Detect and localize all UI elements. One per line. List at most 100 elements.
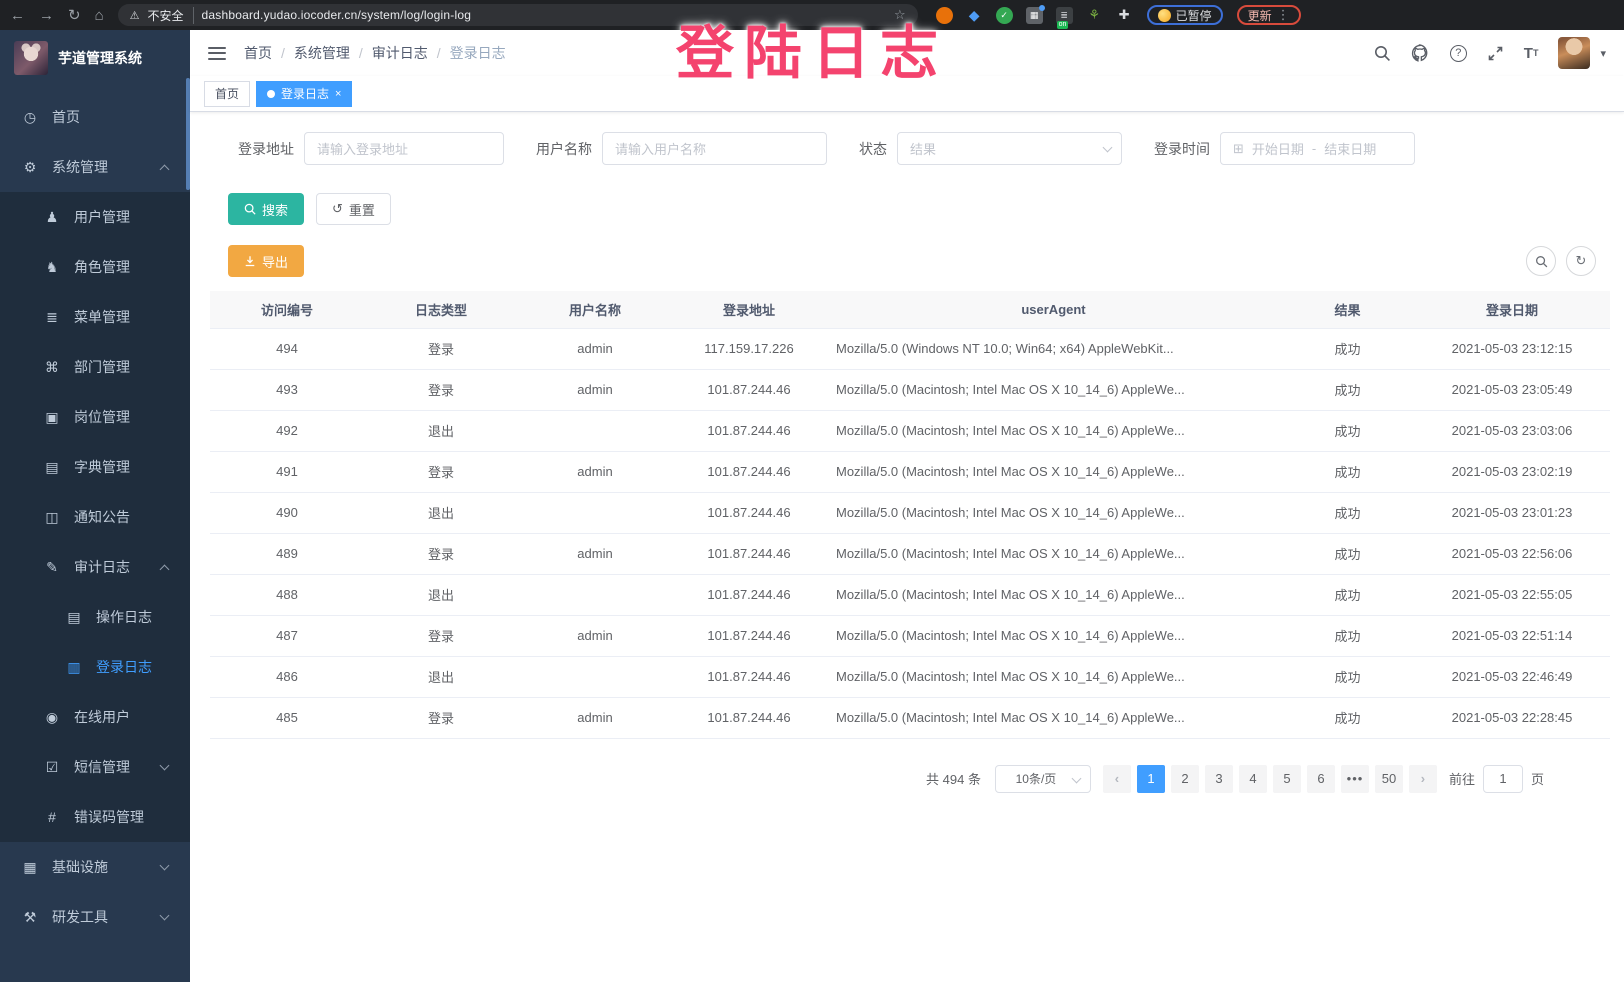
- next-page-button[interactable]: ›: [1409, 765, 1437, 793]
- page-size-select[interactable]: 10条/页: [995, 765, 1091, 793]
- tab-login-log[interactable]: 登录日志 ×: [256, 81, 352, 107]
- paused-badge[interactable]: 已暂停: [1147, 5, 1223, 25]
- tab-home[interactable]: 首页: [204, 81, 250, 107]
- table-cell: 登录: [364, 369, 518, 410]
- browser-back-icon[interactable]: ←: [10, 8, 25, 23]
- extension-icon-6[interactable]: ⚘: [1086, 7, 1103, 24]
- table-row: 487登录admin101.87.244.46Mozilla/5.0 (Maci…: [210, 615, 1610, 656]
- extension-icon-5[interactable]: ≣on: [1056, 7, 1073, 24]
- chevron-down-icon: [1103, 143, 1113, 153]
- notice-icon: ◫: [44, 509, 60, 526]
- login-time-range-picker[interactable]: ⊞ 开始日期 - 结束日期: [1220, 132, 1415, 165]
- page-button-50[interactable]: 50: [1375, 765, 1403, 793]
- page-button-2[interactable]: 2: [1171, 765, 1199, 793]
- browser-reload-icon[interactable]: ↻: [68, 8, 81, 23]
- update-button[interactable]: 更新 ⋮: [1237, 5, 1301, 25]
- sidebar-item-label: 系统管理: [52, 157, 108, 177]
- help-icon[interactable]: ?: [1450, 45, 1467, 62]
- prev-page-button[interactable]: ‹: [1103, 765, 1131, 793]
- sidebar-item-user-admin[interactable]: ♟用户管理: [0, 192, 190, 242]
- sidebar-item-dev-tools[interactable]: ⚒研发工具: [0, 892, 190, 942]
- table-cell: Mozilla/5.0 (Macintosh; Intel Mac OS X 1…: [826, 574, 1281, 615]
- extension-icon-4[interactable]: ▦: [1026, 7, 1043, 24]
- browser-menu-icon[interactable]: ⋮: [1277, 7, 1290, 23]
- sidebar-item-sms-admin[interactable]: ☑短信管理: [0, 742, 190, 792]
- address-bar[interactable]: ⚠ 不安全 dashboard.yudao.iocoder.cn/system/…: [118, 4, 918, 26]
- sidebar-item-login-log[interactable]: ▥登录日志: [0, 642, 190, 692]
- page-button-3[interactable]: 3: [1205, 765, 1233, 793]
- breadcrumb-item[interactable]: 首页: [244, 43, 272, 63]
- calendar-icon: ⊞: [1233, 141, 1244, 157]
- sidebar-item-home[interactable]: ◷首页: [0, 92, 190, 142]
- table-cell: 2021-05-03 23:02:19: [1414, 451, 1610, 492]
- sidebar-item-post-admin[interactable]: ▣岗位管理: [0, 392, 190, 442]
- extension-icon-3[interactable]: ✓: [996, 7, 1013, 24]
- table-cell: [518, 656, 672, 697]
- sidebar-item-notice[interactable]: ◫通知公告: [0, 492, 190, 542]
- page-button-5[interactable]: 5: [1273, 765, 1301, 793]
- table-row: 491登录admin101.87.244.46Mozilla/5.0 (Maci…: [210, 451, 1610, 492]
- table-header-cell: userAgent: [826, 291, 1281, 328]
- reset-button[interactable]: ↺ 重置: [316, 193, 391, 225]
- sidebar-item-infrastructure[interactable]: ▦基础设施: [0, 842, 190, 892]
- page-button-1[interactable]: 1: [1137, 765, 1165, 793]
- sidebar-item-label: 角色管理: [74, 257, 130, 277]
- user-name-input[interactable]: 请输入用户名称: [602, 132, 827, 165]
- sidebar-item-dept-admin[interactable]: ⌘部门管理: [0, 342, 190, 392]
- chevron-down-icon: [160, 761, 170, 771]
- security-label[interactable]: 不安全: [148, 7, 194, 24]
- sidebar-item-audit-log[interactable]: ✎审计日志: [0, 542, 190, 592]
- table-cell: Mozilla/5.0 (Macintosh; Intel Mac OS X 1…: [826, 451, 1281, 492]
- sidebar-item-label: 在线用户: [74, 707, 130, 727]
- login-address-input[interactable]: 请输入登录地址: [304, 132, 504, 165]
- search-icon[interactable]: [1374, 45, 1391, 62]
- url-text[interactable]: dashboard.yudao.iocoder.cn/system/log/lo…: [202, 8, 472, 22]
- table-cell: 成功: [1281, 574, 1414, 615]
- sidebar-item-system-admin[interactable]: ⚙系统管理: [0, 142, 190, 192]
- sidebar-item-operate-log[interactable]: ▤操作日志: [0, 592, 190, 642]
- status-select[interactable]: 结果: [897, 132, 1122, 165]
- profile-emoji-icon: [1158, 9, 1171, 22]
- bookmark-star-icon[interactable]: ☆: [894, 7, 906, 23]
- extensions-puzzle-icon[interactable]: ✚: [1116, 7, 1133, 24]
- breadcrumb-item[interactable]: 系统管理: [294, 43, 350, 63]
- extension-icon-1[interactable]: [936, 7, 953, 24]
- sidebar-item-label: 短信管理: [74, 757, 130, 777]
- refresh-table-icon[interactable]: ↻: [1566, 246, 1596, 276]
- sidebar-item-role-admin[interactable]: ♞角色管理: [0, 242, 190, 292]
- sidebar-item-error-code-admin[interactable]: #错误码管理: [0, 792, 190, 842]
- table-cell: admin: [518, 615, 672, 656]
- more-pages-button[interactable]: •••: [1341, 765, 1369, 793]
- browser-home-icon[interactable]: ⌂: [95, 8, 104, 23]
- avatar-caret-icon[interactable]: ▾: [1600, 47, 1606, 60]
- fullscreen-icon[interactable]: [1487, 45, 1504, 62]
- export-button[interactable]: 导出: [228, 245, 304, 277]
- tab-close-icon[interactable]: ×: [335, 88, 341, 100]
- browser-forward-icon[interactable]: →: [39, 8, 54, 23]
- sidebar-item-online-user[interactable]: ◉在线用户: [0, 692, 190, 742]
- page-button-4[interactable]: 4: [1239, 765, 1267, 793]
- table-tools: ↻: [1526, 246, 1596, 276]
- page-button-6[interactable]: 6: [1307, 765, 1335, 793]
- table-cell: 487: [210, 615, 364, 656]
- sidebar-item-label: 首页: [52, 107, 80, 127]
- table-cell: Mozilla/5.0 (Macintosh; Intel Mac OS X 1…: [826, 492, 1281, 533]
- table-cell: [518, 410, 672, 451]
- table-row: 485登录admin101.87.244.46Mozilla/5.0 (Maci…: [210, 697, 1610, 738]
- breadcrumb-item[interactable]: 审计日志: [372, 43, 428, 63]
- search-button[interactable]: 搜索: [228, 193, 304, 225]
- github-icon[interactable]: [1411, 44, 1430, 62]
- sidebar-item-menu-admin[interactable]: ≣菜单管理: [0, 292, 190, 342]
- hide-search-icon[interactable]: [1526, 246, 1556, 276]
- avatar[interactable]: [1558, 37, 1590, 69]
- table-cell: 492: [210, 410, 364, 451]
- sidebar-toggle-icon[interactable]: [208, 47, 226, 60]
- extension-icon-2[interactable]: ◆: [966, 7, 983, 24]
- font-size-icon[interactable]: TT: [1524, 45, 1539, 62]
- breadcrumb-separator: /: [359, 45, 363, 61]
- goto-page-input[interactable]: [1483, 765, 1523, 793]
- sidebar-logo-row[interactable]: 芋道管理系统: [0, 30, 190, 86]
- table-cell: 成功: [1281, 615, 1414, 656]
- sidebar-item-dict-admin[interactable]: ▤字典管理: [0, 442, 190, 492]
- table-cell: 101.87.244.46: [672, 615, 826, 656]
